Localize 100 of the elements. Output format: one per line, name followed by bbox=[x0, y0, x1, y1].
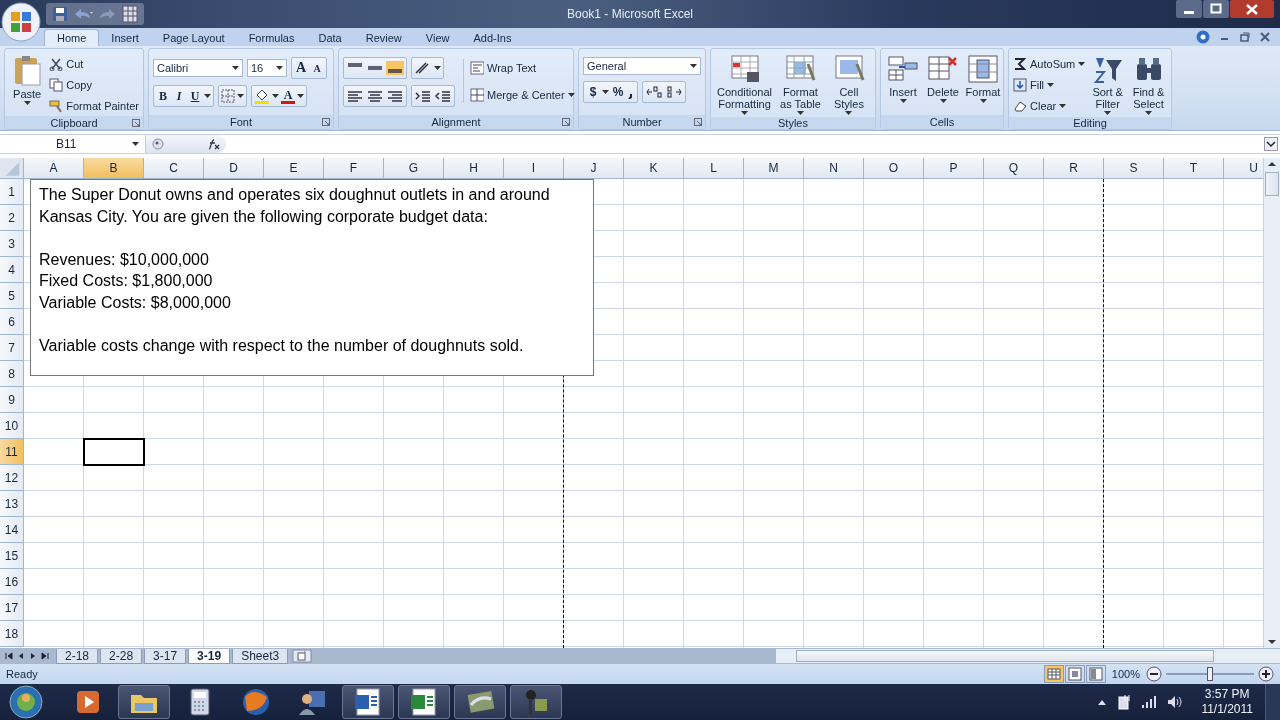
ribbon-tab[interactable]: Home bbox=[44, 29, 100, 46]
format-button[interactable]: $ bbox=[586, 83, 600, 101]
horizontal-scrollbar[interactable] bbox=[776, 649, 1280, 663]
column-header[interactable]: U bbox=[1224, 158, 1263, 179]
column-header[interactable]: L bbox=[684, 158, 744, 179]
power-icon[interactable] bbox=[1117, 693, 1132, 711]
column-header[interactable]: Q bbox=[984, 158, 1044, 179]
align-icon[interactable] bbox=[366, 89, 384, 103]
close-icon[interactable] bbox=[1260, 32, 1270, 42]
orientation-icon[interactable] bbox=[414, 61, 432, 75]
grid-icon[interactable] bbox=[122, 5, 138, 23]
align-icon[interactable] bbox=[346, 89, 364, 103]
row-header[interactable]: 5 bbox=[0, 283, 24, 309]
close-icon[interactable] bbox=[1230, 0, 1274, 18]
row-header[interactable]: 3 bbox=[0, 231, 24, 257]
column-header[interactable]: J bbox=[564, 158, 624, 179]
row-header[interactable]: 13 bbox=[0, 491, 24, 517]
restore-icon[interactable] bbox=[1240, 32, 1250, 42]
row-header[interactable]: 17 bbox=[0, 595, 24, 621]
ribbon-tab[interactable]: View bbox=[413, 29, 462, 46]
ribbon-button[interactable]: Find & Select bbox=[1130, 51, 1167, 115]
row-header[interactable]: 1 bbox=[0, 179, 24, 205]
minimize-icon[interactable] bbox=[1176, 0, 1202, 18]
function-icon[interactable] bbox=[206, 138, 220, 150]
indent-icon[interactable] bbox=[414, 89, 432, 103]
help-icon[interactable] bbox=[1196, 30, 1210, 44]
row-header[interactable]: 11 bbox=[0, 439, 24, 465]
shrink-font-button[interactable]: A bbox=[310, 59, 324, 77]
row-header[interactable]: 14 bbox=[0, 517, 24, 543]
ribbon-button[interactable]: Format as Table bbox=[778, 51, 823, 115]
grow-font-button[interactable]: A bbox=[294, 59, 308, 77]
row-header[interactable]: 18 bbox=[0, 621, 24, 647]
paste-button[interactable]: Paste bbox=[9, 51, 46, 105]
column-header[interactable]: E bbox=[264, 158, 324, 179]
column-header[interactable]: C bbox=[144, 158, 204, 179]
dialog-launcher-icon[interactable] bbox=[694, 118, 702, 126]
zoom-out-icon[interactable] bbox=[1146, 666, 1162, 682]
zoom-in-icon[interactable] bbox=[1258, 666, 1274, 682]
sheet-tab[interactable]: 2-28 bbox=[100, 648, 143, 664]
ribbon-tab[interactable]: Add-Ins bbox=[461, 29, 524, 46]
font-color-button[interactable]: A bbox=[281, 88, 295, 104]
ribbon-button[interactable]: Delete bbox=[925, 51, 961, 103]
ribbon-button[interactable]: Wrap Text bbox=[470, 59, 575, 76]
ribbon-tab[interactable]: Insert bbox=[99, 29, 151, 46]
column-header[interactable]: S bbox=[1104, 158, 1164, 179]
row-header[interactable]: 4 bbox=[0, 257, 24, 283]
dialog-launcher-icon[interactable] bbox=[322, 118, 330, 126]
zoom-level[interactable]: 100% bbox=[1111, 668, 1140, 680]
ribbon-button[interactable]: Format Painter bbox=[49, 97, 139, 114]
column-header[interactable]: B bbox=[84, 158, 144, 179]
ribbon-button[interactable]: Merge & Center bbox=[470, 86, 575, 103]
vertical-align-icon[interactable] bbox=[386, 61, 404, 75]
row-header[interactable]: 8 bbox=[0, 361, 24, 387]
underline-button[interactable]: U bbox=[188, 87, 202, 105]
row-header[interactable]: 10 bbox=[0, 413, 24, 439]
column-header[interactable]: M bbox=[744, 158, 804, 179]
ribbon-button[interactable]: Clear bbox=[1013, 97, 1086, 114]
font-size-field[interactable]: 16 bbox=[247, 59, 287, 77]
indent-icon[interactable] bbox=[434, 89, 452, 103]
expand-handle-icon[interactable] bbox=[152, 138, 164, 150]
page-layout-icon[interactable] bbox=[1064, 665, 1085, 683]
number-format-field[interactable]: General bbox=[583, 57, 701, 75]
ribbon-button[interactable]: Conditional Formatting bbox=[715, 51, 775, 115]
bold-button[interactable]: B bbox=[156, 87, 170, 105]
row-header[interactable]: 12 bbox=[0, 465, 24, 491]
normal-view-icon[interactable] bbox=[1043, 665, 1064, 683]
ribbon-button[interactable]: Copy bbox=[49, 76, 139, 93]
text-box[interactable] bbox=[30, 179, 594, 376]
maximize-icon[interactable] bbox=[1203, 0, 1229, 18]
row-header[interactable]: 2 bbox=[0, 205, 24, 231]
column-header[interactable]: F bbox=[324, 158, 384, 179]
zoom-slider-thumb[interactable] bbox=[1207, 667, 1213, 681]
save-icon[interactable] bbox=[52, 6, 68, 22]
page-break-icon[interactable] bbox=[1085, 665, 1106, 683]
row-header[interactable]: 9 bbox=[0, 387, 24, 413]
start-button[interactable] bbox=[6, 685, 46, 719]
ribbon-tab[interactable]: Formulas bbox=[236, 29, 307, 46]
ribbon-button[interactable]: Insert bbox=[885, 51, 921, 103]
column-header[interactable]: D bbox=[204, 158, 264, 179]
row-header[interactable]: 7 bbox=[0, 335, 24, 361]
scroll-thumb[interactable] bbox=[1265, 172, 1279, 196]
ribbon-button[interactable]: Fill bbox=[1013, 76, 1086, 93]
dialog-launcher-icon[interactable] bbox=[562, 118, 570, 126]
clock[interactable]: 3:57 PM 11/1/2011 bbox=[1201, 687, 1253, 717]
column-header[interactable]: N bbox=[804, 158, 864, 179]
row-header[interactable]: 15 bbox=[0, 543, 24, 569]
sheet-tab[interactable]: 3-17 bbox=[144, 648, 187, 664]
ribbon-button[interactable]: Cell Styles bbox=[826, 51, 871, 115]
scroll-thumb[interactable] bbox=[796, 650, 1214, 662]
font-name-field[interactable]: Calibri bbox=[153, 59, 243, 77]
increase-decimal-icon[interactable] bbox=[645, 85, 663, 99]
column-header[interactable]: O bbox=[864, 158, 924, 179]
last-sheet-icon[interactable] bbox=[40, 651, 50, 661]
column-header[interactable]: R bbox=[1044, 158, 1104, 179]
volume-icon[interactable] bbox=[1167, 695, 1184, 709]
ribbon-tab[interactable]: Data bbox=[306, 29, 354, 46]
ribbon-button[interactable]: Sort & Filter bbox=[1089, 51, 1127, 115]
row-header[interactable]: 6 bbox=[0, 309, 24, 335]
sheet-tab[interactable]: 2-18 bbox=[56, 648, 99, 664]
format-button[interactable]: % bbox=[611, 83, 625, 101]
